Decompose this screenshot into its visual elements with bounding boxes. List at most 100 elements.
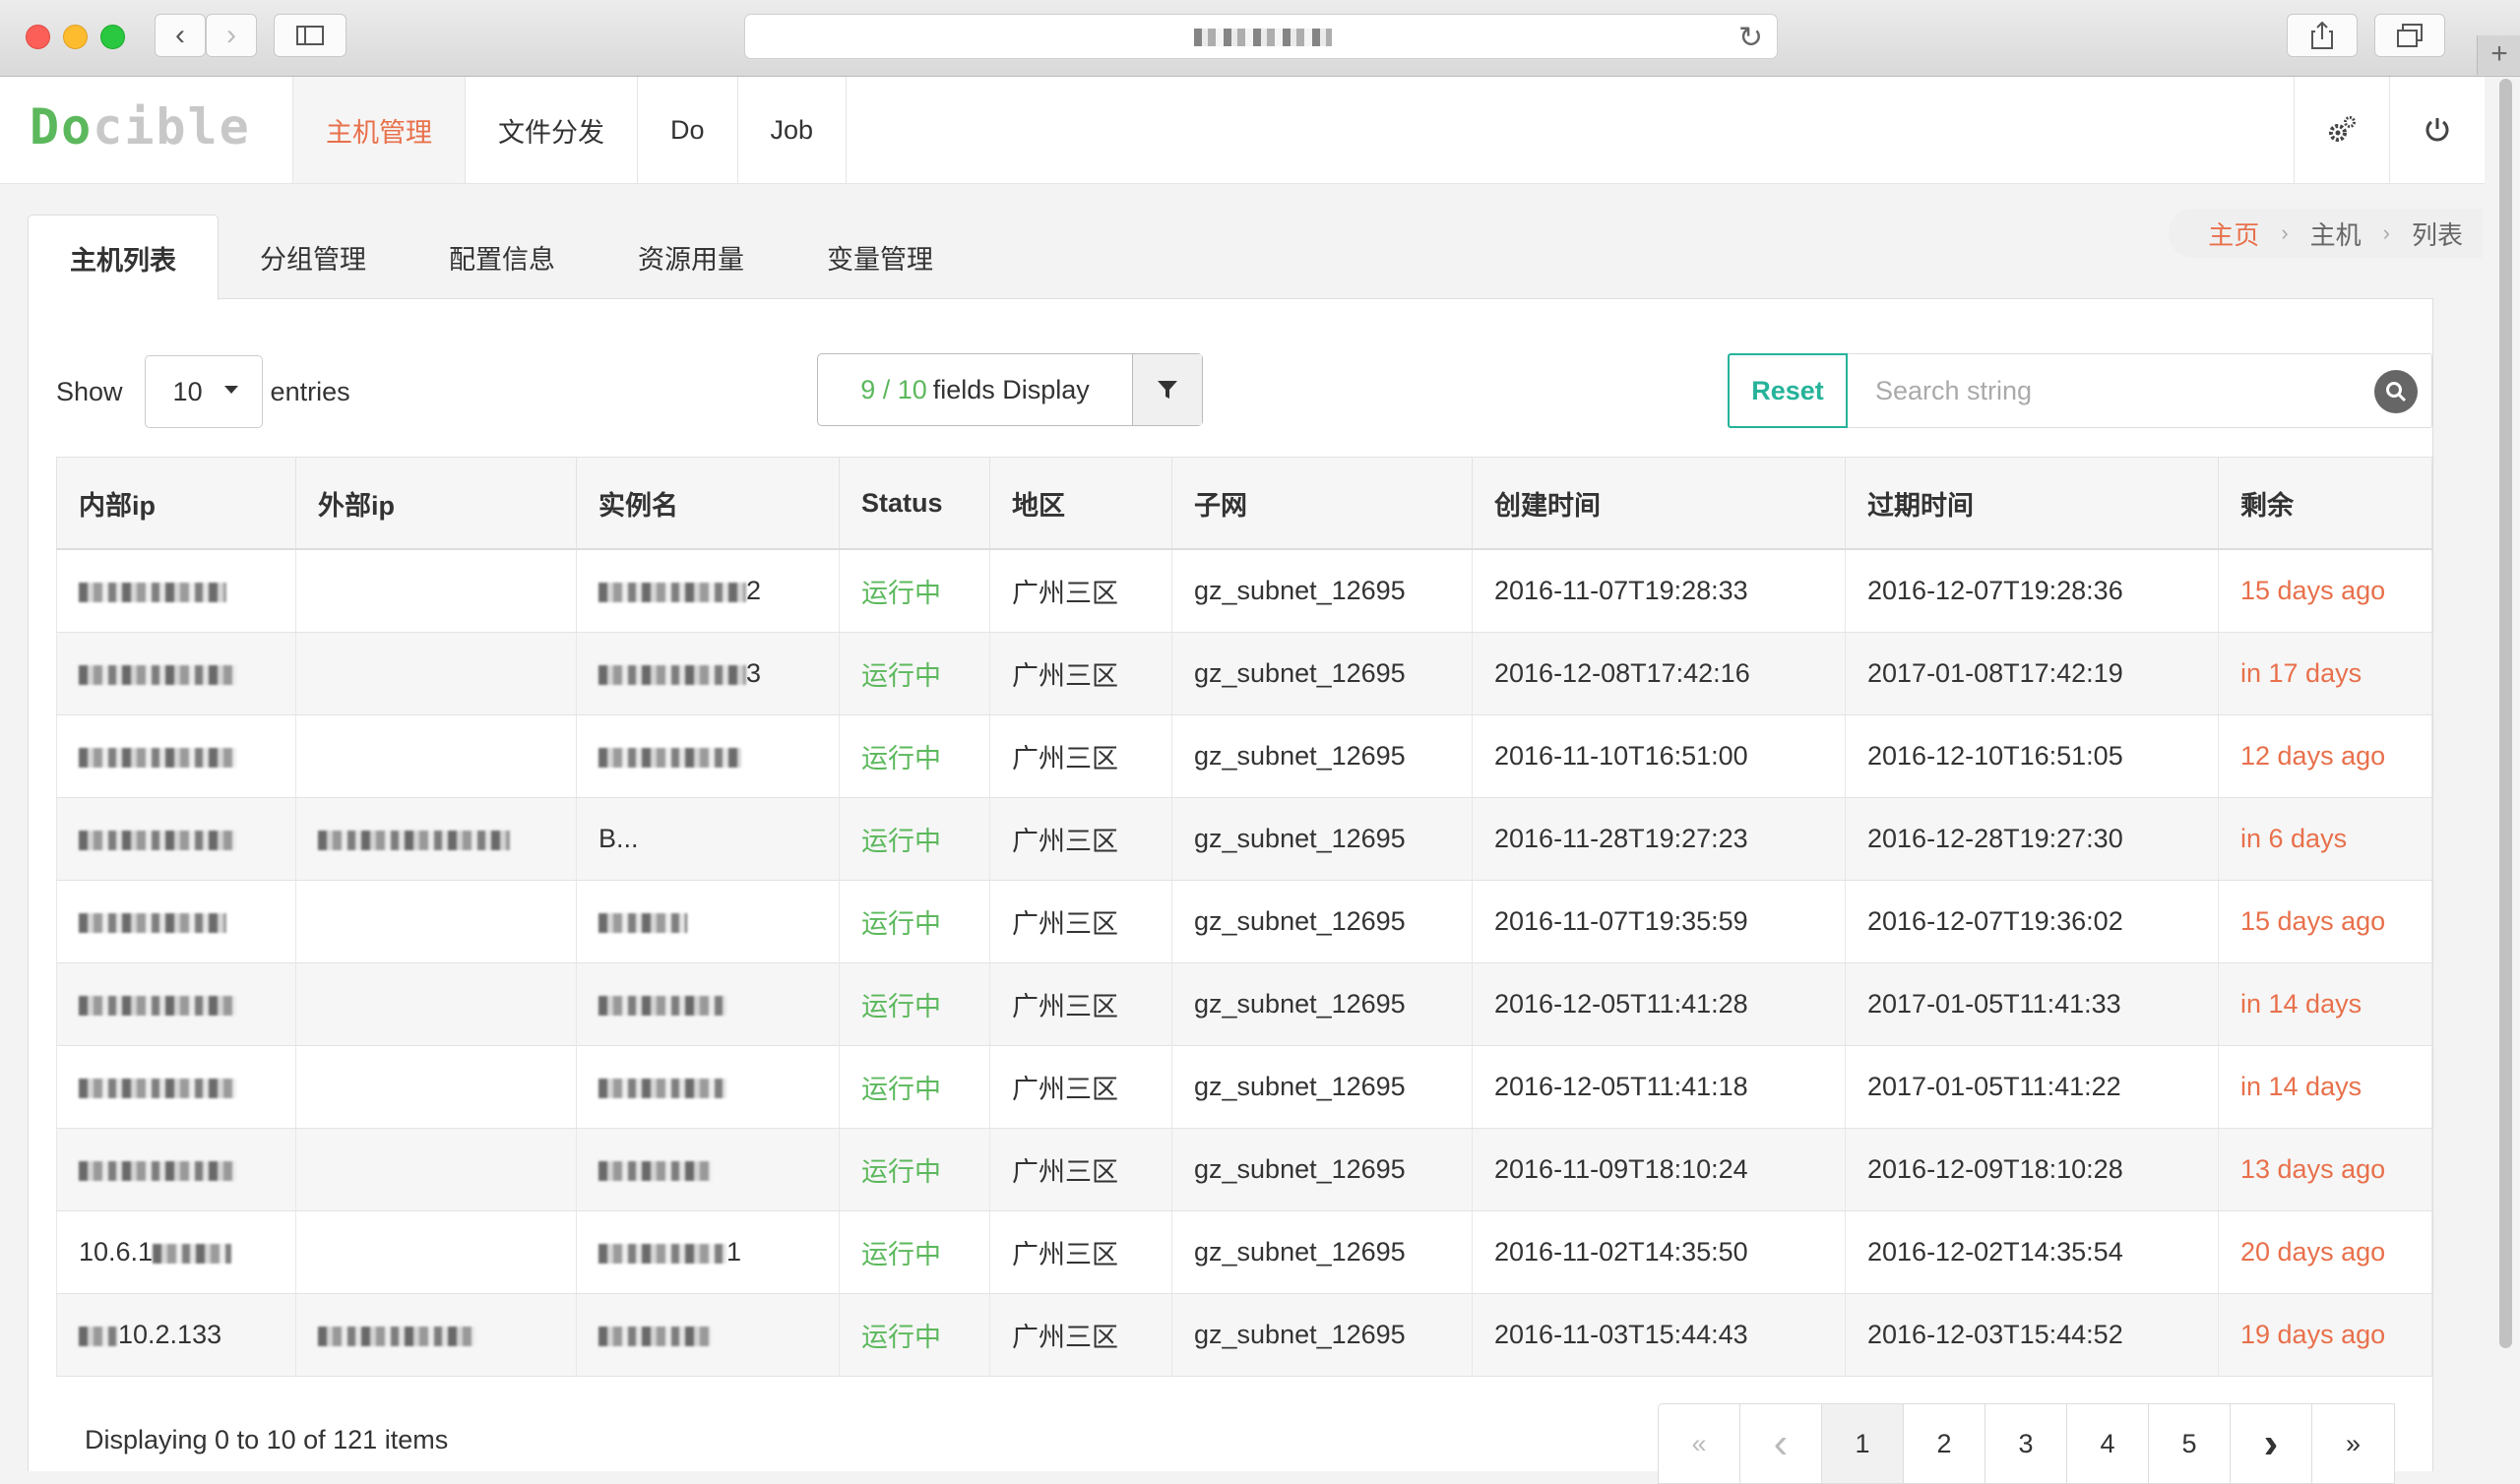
cell-internal-ip (56, 797, 296, 881)
table-row[interactable]: 运行中 广州三区 gz_subnet_12695 2016-11-09T18:1… (56, 1128, 2432, 1211)
cell-instance-name: 1 (576, 1210, 840, 1294)
cell-status: 运行中 (839, 1045, 990, 1129)
logout-button[interactable] (2389, 77, 2485, 183)
tab-config-info[interactable]: 配置信息 (408, 215, 597, 299)
breadcrumb-hosts[interactable]: 主机 (2310, 216, 2362, 252)
reload-icon[interactable]: ↻ (1738, 21, 1763, 55)
column-header-created-time[interactable]: 创建时间 (1472, 457, 1846, 550)
address-bar[interactable]: ↻ (744, 14, 1778, 59)
chevron-left-icon: ‹ (175, 19, 185, 51)
cell-subnet: gz_subnet_12695 (1171, 1210, 1473, 1294)
page-button[interactable]: 1 (1822, 1404, 1904, 1483)
cell-region: 广州三区 (989, 1128, 1172, 1211)
cell-expire-time: 2016-12-10T16:51:05 (1845, 714, 2219, 798)
table-row[interactable]: B... 运行中 广州三区 gz_subnet_12695 2016-11-28… (56, 797, 2432, 881)
page-scrollbar[interactable] (2499, 79, 2512, 1348)
redacted-text (598, 747, 741, 768)
settings-gear-icon (2329, 116, 2356, 142)
settings-button[interactable] (2294, 77, 2389, 183)
column-header-subnet[interactable]: 子网 (1171, 457, 1473, 550)
column-header-region[interactable]: 地区 (989, 457, 1172, 550)
fields-display-button[interactable]: 9 / 10 fields Display (818, 354, 1132, 425)
breadcrumb-home[interactable]: 主页 (2208, 216, 2259, 252)
column-header-status[interactable]: Status (839, 457, 990, 550)
search-icon (2386, 382, 2407, 402)
prev-page-button[interactable]: ‹ (1740, 1404, 1822, 1483)
nav-file-distribution[interactable]: 文件分发 (465, 77, 637, 183)
redacted-text (598, 582, 746, 602)
table-row[interactable]: 运行中 广州三区 gz_subnet_12695 2016-12-05T11:4… (56, 1045, 2432, 1129)
last-page-button[interactable]: » (2312, 1404, 2394, 1483)
next-page-button[interactable]: › (2231, 1404, 2312, 1483)
tab-group-management[interactable]: 分组管理 (219, 215, 408, 299)
column-header-instance-name[interactable]: 实例名 (576, 457, 840, 550)
column-header-internal-ip[interactable]: 内部ip (56, 457, 296, 550)
tab-variable-management[interactable]: 变量管理 (786, 215, 975, 299)
filter-button[interactable] (1132, 354, 1202, 425)
browser-toolbar: ‹ › ↻ + (0, 0, 2520, 77)
power-icon (2426, 118, 2449, 142)
cell-remaining: 15 days ago (2218, 880, 2432, 963)
cell-created-time: 2016-11-09T18:10:24 (1472, 1128, 1846, 1211)
cell-expire-time: 2017-01-05T11:41:22 (1845, 1045, 2219, 1129)
cell-region: 广州三区 (989, 797, 1172, 881)
nav-host-management[interactable]: 主机管理 (292, 77, 465, 183)
page-size-value: 10 (172, 376, 203, 406)
cell-created-time: 2016-12-08T17:42:16 (1472, 632, 1846, 715)
page-size-select[interactable]: 10 (144, 355, 263, 428)
share-button[interactable] (2287, 14, 2358, 57)
cell-internal-ip (56, 880, 296, 963)
first-page-button[interactable]: « (1659, 1404, 1740, 1483)
column-header-external-ip[interactable]: 外部ip (295, 457, 577, 550)
window-close-button[interactable] (26, 25, 50, 49)
cell-remaining: 15 days ago (2218, 549, 2432, 633)
tab-host-list[interactable]: 主机列表 (28, 215, 219, 300)
cell-remaining: 13 days ago (2218, 1128, 2432, 1211)
table-row[interactable]: 3 运行中 广州三区 gz_subnet_12695 2016-12-08T17… (56, 632, 2432, 715)
cell-created-time: 2016-12-05T11:41:18 (1472, 1045, 1846, 1129)
forward-button[interactable]: › (206, 14, 257, 57)
nav-do[interactable]: Do (637, 77, 737, 183)
instance-name-text: B... (598, 824, 639, 853)
fields-display-label: fields Display (932, 374, 1090, 404)
cell-external-ip (295, 797, 577, 881)
window-minimize-button[interactable] (63, 25, 88, 49)
search-input[interactable] (1848, 354, 2340, 427)
nav-job[interactable]: Job (736, 77, 848, 183)
cell-external-ip (295, 632, 577, 715)
redacted-text (79, 1078, 236, 1098)
table-row[interactable]: 运行中 广州三区 gz_subnet_12695 2016-12-05T11:4… (56, 962, 2432, 1046)
caret-down-icon (223, 386, 238, 394)
table-row[interactable]: 2 运行中 广州三区 gz_subnet_12695 2016-11-07T19… (56, 549, 2432, 633)
new-tab-button[interactable]: + (2477, 35, 2520, 75)
page-button[interactable]: 2 (1904, 1404, 1985, 1483)
tabs-overview-button[interactable] (2374, 14, 2445, 57)
column-header-expire-time[interactable]: 过期时间 (1845, 457, 2219, 550)
window-zoom-button[interactable] (100, 25, 125, 49)
page-button[interactable]: 5 (2149, 1404, 2231, 1483)
cell-expire-time: 2016-12-09T18:10:28 (1845, 1128, 2219, 1211)
logo[interactable]: Docible (30, 98, 251, 155)
cell-instance-name (576, 1293, 840, 1377)
tab-resource-usage[interactable]: 资源用量 (597, 215, 786, 299)
page-button[interactable]: 4 (2067, 1404, 2149, 1483)
cell-region: 广州三区 (989, 1210, 1172, 1294)
redacted-text (153, 1243, 232, 1264)
table-row[interactable]: 运行中 广州三区 gz_subnet_12695 2016-11-10T16:5… (56, 714, 2432, 798)
reset-button[interactable]: Reset (1728, 353, 1848, 428)
search-button[interactable] (2374, 370, 2418, 413)
table-row[interactable]: 运行中 广州三区 gz_subnet_12695 2016-11-07T19:3… (56, 880, 2432, 963)
back-button[interactable]: ‹ (155, 14, 206, 57)
cell-subnet: gz_subnet_12695 (1171, 962, 1473, 1046)
redacted-text (79, 1326, 118, 1346)
column-header-remaining[interactable]: 剩余 (2218, 457, 2432, 550)
table-row[interactable]: 10.6.1 1 运行中 广州三区 gz_subnet_12695 2016-1… (56, 1210, 2432, 1294)
page-button[interactable]: 3 (1985, 1404, 2067, 1483)
table-row[interactable]: 10.2.133 运行中 广州三区 gz_subnet_12695 2016-1… (56, 1293, 2432, 1377)
cell-created-time: 2016-11-07T19:35:59 (1472, 880, 1846, 963)
sidebar-toggle-button[interactable] (274, 14, 346, 57)
cell-instance-name: 2 (576, 549, 840, 633)
search-box (1848, 353, 2432, 428)
search-group: Reset (1728, 353, 2432, 428)
cell-remaining: in 14 days (2218, 962, 2432, 1046)
